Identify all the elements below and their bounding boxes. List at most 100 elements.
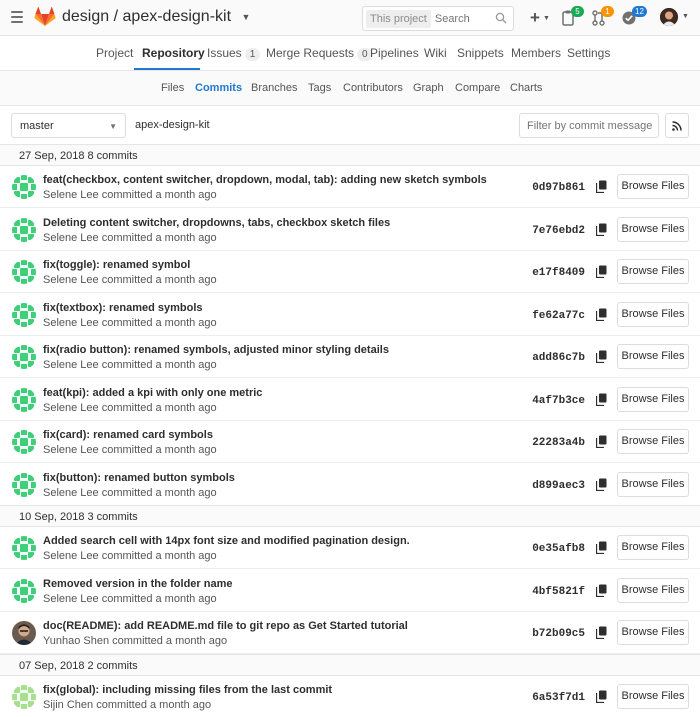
subnav-contributors[interactable]: Contributors <box>343 82 403 94</box>
copy-icon[interactable] <box>596 541 607 554</box>
browse-files-button[interactable]: Browse Files <box>617 684 689 709</box>
commit-sha[interactable]: 0e35afb8 <box>532 543 585 555</box>
nav-pipelines[interactable]: Pipelines <box>370 46 419 60</box>
subnav-branches[interactable]: Branches <box>251 82 297 94</box>
author-avatar[interactable] <box>12 685 36 709</box>
subnav-files[interactable]: Files <box>161 82 184 94</box>
nav-project[interactable]: Project <box>96 46 133 60</box>
menu-icon[interactable] <box>11 11 23 23</box>
commit-message[interactable]: Deleting content switcher, dropdowns, ta… <box>43 217 390 229</box>
merge-requests-link[interactable]: 1 <box>592 6 614 28</box>
browse-files-button[interactable]: Browse Files <box>617 216 689 242</box>
commit-message[interactable]: fix(card): renamed card symbols <box>43 429 213 441</box>
browse-files-button[interactable]: Browse Files <box>617 471 689 497</box>
browse-files-button[interactable]: Browse Files <box>617 301 689 327</box>
project-link[interactable]: apex-design-kit <box>123 8 232 25</box>
commit-message[interactable]: fix(button): renamed button symbols <box>43 472 235 484</box>
commit-sha[interactable]: 7e76ebd2 <box>532 225 585 237</box>
browse-files-button[interactable]: Browse Files <box>617 429 689 454</box>
author-avatar[interactable] <box>12 430 36 454</box>
copy-icon[interactable] <box>596 478 607 491</box>
author-avatar[interactable] <box>12 621 36 645</box>
group-link[interactable]: design <box>62 8 109 25</box>
author-avatar[interactable] <box>12 302 36 327</box>
copy-icon[interactable] <box>596 265 607 278</box>
browse-files-button[interactable]: Browse Files <box>617 535 689 560</box>
commit-message[interactable]: fix(textbox): renamed symbols <box>43 302 203 314</box>
nav-merge-requests[interactable]: Merge Requests 0 <box>266 46 373 61</box>
browse-files-button[interactable]: Browse Files <box>617 620 689 645</box>
commit-message[interactable]: doc(README): add README.md file to git r… <box>43 620 408 632</box>
rss-feed-button[interactable] <box>665 113 689 138</box>
copy-icon[interactable] <box>596 180 607 193</box>
identicon-avatar <box>12 472 36 497</box>
commit-sha[interactable]: d899aec3 <box>532 480 585 492</box>
commit-sha[interactable]: b72b09c5 <box>532 628 585 640</box>
nav-settings[interactable]: Settings <box>567 46 610 60</box>
chevron-down-icon[interactable]: ▼ <box>241 12 250 22</box>
issues-link[interactable]: 5 <box>562 6 584 28</box>
author-avatar[interactable] <box>12 387 36 412</box>
author-avatar[interactable] <box>12 175 36 199</box>
commit-sha[interactable]: 4bf5821f <box>532 586 585 598</box>
plus-icon: + <box>530 8 540 27</box>
nav-issues[interactable]: Issues 1 <box>207 46 261 61</box>
commit-sha[interactable]: e17f8409 <box>532 267 585 279</box>
commit-sha[interactable]: fe62a77c <box>532 310 585 322</box>
commit-row: Deleting content switcher, dropdowns, ta… <box>0 209 700 251</box>
commit-message[interactable]: Added search cell with 14px font size an… <box>43 535 410 547</box>
commit-sha[interactable]: 6a53f7d1 <box>532 692 585 704</box>
copy-icon[interactable] <box>596 626 607 639</box>
copy-icon[interactable] <box>596 435 607 448</box>
subnav-graph[interactable]: Graph <box>413 82 444 94</box>
commit-message[interactable]: fix(global): including missing files fro… <box>43 684 332 696</box>
copy-icon[interactable] <box>596 308 607 321</box>
author-avatar[interactable] <box>12 536 36 560</box>
gitlab-logo-icon[interactable] <box>34 7 56 27</box>
commit-sha[interactable]: 0d97b861 <box>532 182 585 194</box>
chevron-down-icon[interactable]: ▼ <box>682 13 689 20</box>
copy-icon[interactable] <box>596 393 607 406</box>
commit-message[interactable]: feat(kpi): added a kpi with only one met… <box>43 387 262 399</box>
copy-icon[interactable] <box>596 690 607 703</box>
commit-message[interactable]: fix(radio button): renamed symbols, adju… <box>43 344 389 356</box>
copy-icon[interactable] <box>596 223 607 236</box>
nav-repository[interactable]: Repository <box>142 46 205 60</box>
browse-files-button[interactable]: Browse Files <box>617 259 689 284</box>
commit-filter-input[interactable] <box>519 113 659 138</box>
browse-files-button[interactable]: Browse Files <box>617 577 689 603</box>
search-scope-label[interactable]: This project <box>366 9 431 28</box>
author-avatar[interactable] <box>12 472 36 497</box>
day-header: 07 Sep, 2018 2 commits <box>0 654 700 676</box>
author-avatar[interactable] <box>12 260 36 284</box>
author-avatar[interactable] <box>12 578 36 603</box>
subnav-compare[interactable]: Compare <box>455 82 500 94</box>
subnav-charts[interactable]: Charts <box>510 82 542 94</box>
author-avatar[interactable] <box>12 217 36 242</box>
commit-sha[interactable]: 4af7b3ce <box>532 395 585 407</box>
commit-message[interactable]: Removed version in the folder name <box>43 578 233 590</box>
browse-files-button[interactable]: Browse Files <box>617 386 689 412</box>
todos-link[interactable]: 12 <box>622 6 647 28</box>
browse-files-button[interactable]: Browse Files <box>617 344 689 369</box>
browse-files-button[interactable]: Browse Files <box>617 174 689 199</box>
commit-message[interactable]: fix(toggle): renamed symbol <box>43 259 190 271</box>
nav-snippets[interactable]: Snippets <box>457 46 504 60</box>
branch-select[interactable]: master ▼ <box>11 113 126 138</box>
subnav-tags[interactable]: Tags <box>308 82 331 94</box>
project-path-link[interactable]: apex-design-kit <box>135 119 210 131</box>
nav-wiki[interactable]: Wiki <box>424 46 447 60</box>
search-icon <box>495 12 507 24</box>
subnav-commits[interactable]: Commits <box>195 82 242 94</box>
copy-icon[interactable] <box>596 350 607 363</box>
user-avatar[interactable] <box>660 8 678 26</box>
nav-members[interactable]: Members <box>511 46 561 60</box>
author-avatar[interactable] <box>12 345 36 369</box>
commit-sha[interactable]: add86c7b <box>532 352 585 364</box>
search-input[interactable] <box>434 12 495 25</box>
commit-message[interactable]: feat(checkbox, content switcher, dropdow… <box>43 174 487 186</box>
new-item-dropdown[interactable]: + ▼ <box>530 8 550 28</box>
commit-sha[interactable]: 22283a4b <box>532 437 585 449</box>
search-box[interactable]: This project <box>362 6 514 31</box>
copy-icon[interactable] <box>596 584 607 597</box>
